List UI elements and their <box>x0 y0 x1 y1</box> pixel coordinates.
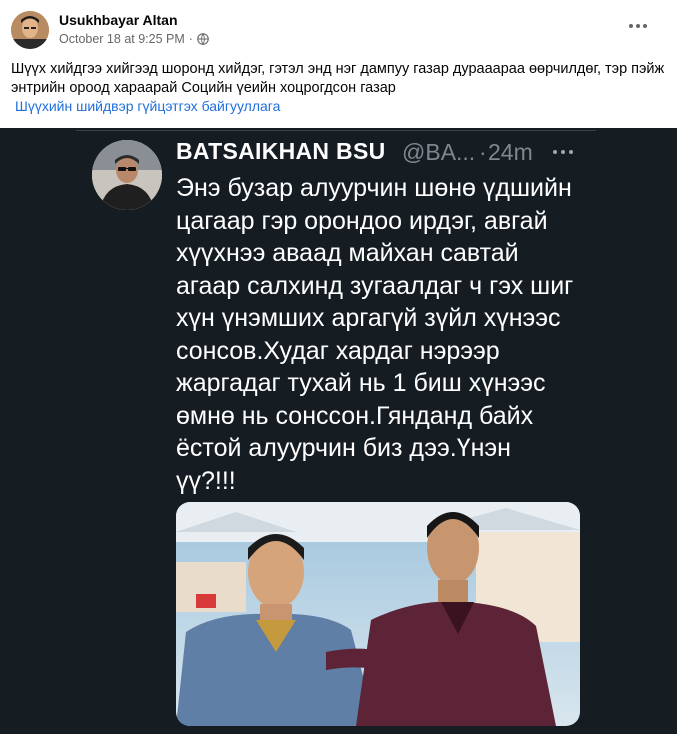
author-name[interactable]: Usukhbayar Altan <box>59 12 178 28</box>
tweet-line: сонсов.Худаг хардаг нэрээр <box>176 336 500 365</box>
post-tagged-link[interactable]: Шүүхийн шийдвэр гүйцэтгэх байгууллага <box>15 98 280 114</box>
tweet-line: ёстой алуурчин биз дээ.Үнэн <box>176 434 511 462</box>
post-timestamp[interactable]: October 18 at 9:25 PM <box>59 32 185 46</box>
tweet-author-handle: @BA... <box>402 139 476 165</box>
post-meta: October 18 at 9:25 PM · <box>59 32 209 46</box>
tweet-avatar-image <box>92 140 162 210</box>
author-avatar[interactable] <box>11 11 49 49</box>
tweet-screenshot-image[interactable]: BATSAIKHAN BSU @BA... · 24m Энэ бузар ал… <box>0 128 677 734</box>
globe-icon[interactable] <box>197 33 209 45</box>
tweet-line: хүн үнэмших аргагүй зүйл хүнээс <box>176 304 561 332</box>
tweet-line: цагаар гэр орондоо ирдэг, авгай <box>176 206 548 235</box>
more-horizontal-icon <box>629 24 633 28</box>
photo-two-men-in-deel <box>176 502 580 726</box>
meta-separator: · <box>188 32 193 46</box>
tweet-author-name: BATSAIKHAN BSU <box>176 138 386 164</box>
post-header: Usukhbayar Altan October 18 at 9:25 PM · <box>0 0 677 56</box>
tweet-body: Энэ бузар алуурчин шөнө үдшийн цагаар гэ… <box>176 172 596 497</box>
post-text: Шүүх хийдгээ хийгээд шоронд хийдэг, гэтэ… <box>11 61 665 96</box>
post-more-options-button[interactable] <box>623 14 653 38</box>
tweet-line: Энэ бузар алуурчин шөнө үдшийн <box>176 174 572 202</box>
tweet-more-icon <box>553 150 573 154</box>
divider <box>76 130 596 131</box>
tweet-line: жаргадаг тухай нь 1 биш хүнээс <box>176 369 546 397</box>
avatar-image <box>11 11 49 49</box>
tweet-photo <box>176 502 580 726</box>
tweet-line: өмнө нь сонссон.Гянданд байх <box>176 401 534 430</box>
tweet-time: 24m <box>488 139 533 165</box>
tweet-line: хүүхнээ аваад майхан савтай <box>176 239 519 267</box>
tweet-line: агаар салхинд зугаалдаг ч гэх шиг <box>176 271 574 300</box>
tweet-line: үү?!!! <box>176 466 236 495</box>
tweet-author-avatar <box>92 140 162 210</box>
tweet-separator: · <box>479 139 487 165</box>
